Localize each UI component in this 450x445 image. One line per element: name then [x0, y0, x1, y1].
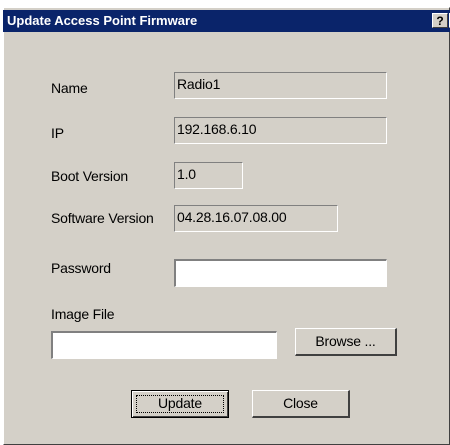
image-file-input[interactable]	[51, 331, 277, 359]
name-field: Radio1	[174, 72, 387, 99]
ip-label: IP	[51, 125, 64, 141]
update-button[interactable]: Update	[131, 390, 229, 418]
ip-field: 192.168.6.10	[174, 117, 387, 144]
password-input[interactable]	[174, 259, 387, 287]
title-bar[interactable]: Update Access Point Firmware ? X	[3, 10, 450, 32]
software-version-label: Software Version	[51, 210, 154, 226]
update-button-label: Update	[158, 395, 202, 411]
close-button[interactable]: Close	[252, 390, 350, 418]
window-title: Update Access Point Firmware	[7, 13, 198, 28]
browse-button-label: Browse ...	[315, 333, 376, 349]
close-button-label: Close	[283, 395, 318, 411]
name-label: Name	[51, 80, 88, 96]
image-file-label: Image File	[51, 306, 115, 322]
password-label: Password	[51, 260, 111, 276]
help-icon: ?	[436, 14, 444, 28]
software-version-field: 04.28.16.07.08.00	[174, 205, 338, 232]
browse-button[interactable]: Browse ...	[295, 328, 397, 356]
help-button[interactable]: ?	[432, 13, 448, 28]
boot-version-field: 1.0	[174, 162, 243, 189]
boot-version-label: Boot Version	[51, 168, 128, 184]
